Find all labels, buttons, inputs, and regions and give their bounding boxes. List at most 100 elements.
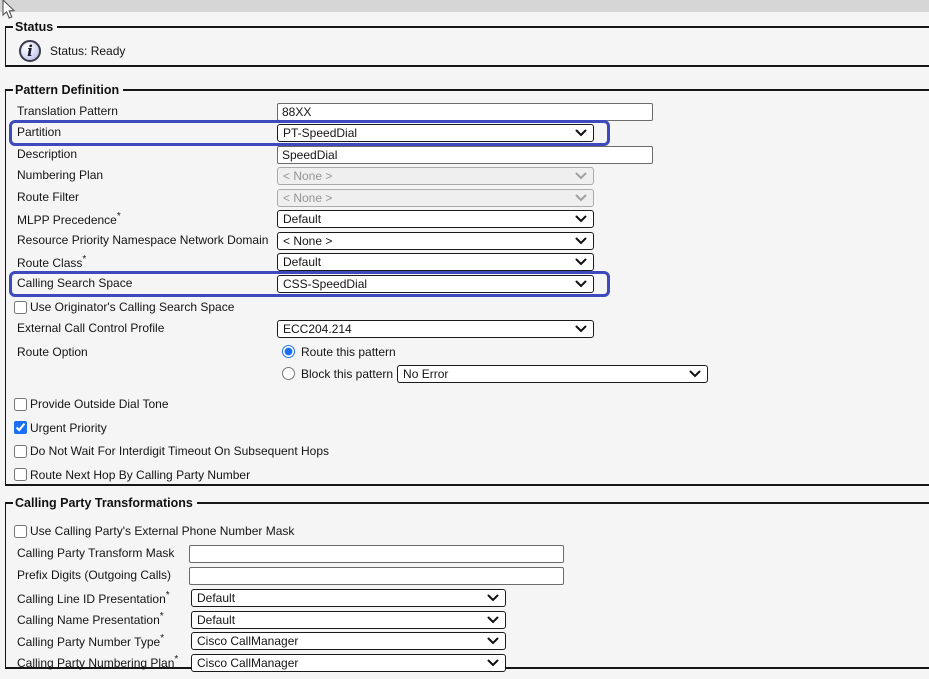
mlpp-precedence-select[interactable]: Default: [277, 210, 594, 228]
partition-select[interactable]: PT-SpeedDial: [277, 124, 594, 142]
block-this-pattern-label: Block this pattern: [301, 367, 393, 381]
party-numbering-plan-select-value: Cisco CallManager: [197, 656, 298, 670]
urgent-priority-checkbox[interactable]: [14, 421, 27, 434]
provide-outside-dial-tone-checkbox[interactable]: [14, 398, 27, 411]
route-class-select[interactable]: Default: [277, 253, 594, 271]
name-presentation-select[interactable]: Default: [191, 611, 506, 629]
status-section: Status i Status: Ready: [5, 20, 929, 67]
prefix-digits-input[interactable]: [189, 567, 564, 585]
use-originators-css-row: Use Originator's Calling Search Space: [12, 296, 929, 318]
party-number-type-row: Calling Party Number Type* Cisco CallMan…: [12, 631, 929, 652]
translation-pattern-config-page: Status i Status: Ready Pattern Definitio…: [0, 0, 929, 679]
chevron-down-icon: [487, 594, 499, 602]
chevron-down-icon: [487, 659, 499, 667]
resource-priority-label: Resource Priority Namespace Network Doma…: [12, 234, 277, 247]
info-icon: i: [19, 40, 41, 62]
mlpp-precedence-select-value: Default: [283, 212, 321, 226]
transform-mask-input[interactable]: [189, 545, 564, 563]
chevron-down-icon: [689, 370, 701, 378]
party-numbering-plan-label: Calling Party Numbering Plan*: [12, 654, 189, 670]
route-next-hop-checkbox[interactable]: [14, 468, 27, 481]
route-next-hop-label: Route Next Hop By Calling Party Number: [30, 468, 250, 482]
name-presentation-label: Calling Name Presentation*: [12, 611, 189, 627]
chevron-down-icon: [575, 129, 587, 137]
do-not-wait-row: Do Not Wait For Interdigit Timeout On Su…: [12, 440, 929, 463]
partition-row: Partition PT-SpeedDial: [12, 123, 929, 144]
calling-search-space-row: Calling Search Space CSS-SpeedDial: [12, 273, 929, 294]
partition-select-value: PT-SpeedDial: [283, 126, 357, 140]
route-filter-select: < None >: [277, 189, 594, 207]
name-presentation-select-value: Default: [197, 613, 235, 627]
do-not-wait-label: Do Not Wait For Interdigit Timeout On Su…: [30, 444, 329, 458]
chevron-down-icon: [575, 194, 587, 202]
transform-mask-row: Calling Party Transform Mask: [12, 543, 929, 565]
chevron-down-icon: [487, 616, 499, 624]
external-call-control-profile-select-value: ECC204.214: [283, 322, 352, 336]
external-call-control-profile-label: External Call Control Profile: [12, 322, 277, 335]
use-external-mask-checkbox[interactable]: [14, 525, 27, 538]
route-filter-label: Route Filter: [12, 191, 277, 204]
resource-priority-select-value: < None >: [283, 234, 332, 248]
name-presentation-row: Calling Name Presentation* Default: [12, 609, 929, 630]
description-input[interactable]: [277, 146, 653, 164]
chevron-down-icon: [487, 637, 499, 645]
party-number-type-label: Calling Party Number Type*: [12, 633, 189, 649]
provide-outside-dial-tone-row: Provide Outside Dial Tone: [12, 393, 929, 416]
line-id-presentation-select[interactable]: Default: [191, 589, 506, 607]
chevron-down-icon: [575, 280, 587, 288]
calling-party-transformations-legend: Calling Party Transformations: [13, 496, 197, 510]
prefix-digits-label: Prefix Digits (Outgoing Calls): [12, 569, 189, 582]
use-originators-css-checkbox[interactable]: [14, 301, 27, 314]
resource-priority-row: Resource Priority Namespace Network Doma…: [12, 230, 929, 251]
route-this-pattern-label: Route this pattern: [301, 345, 396, 359]
chevron-down-icon: [575, 325, 587, 333]
route-class-label: Route Class*: [12, 254, 277, 270]
line-id-presentation-label: Calling Line ID Presentation*: [12, 590, 189, 606]
use-originators-css-label: Use Originator's Calling Search Space: [30, 300, 234, 314]
route-option-label: Route Option: [12, 341, 277, 385]
mouse-cursor-icon: [2, 0, 16, 20]
use-external-mask-label: Use Calling Party's External Phone Numbe…: [30, 524, 294, 538]
block-this-pattern-radio[interactable]: [282, 367, 295, 380]
mlpp-precedence-row: MLPP Precedence* Default: [12, 209, 929, 230]
party-number-type-select[interactable]: Cisco CallManager: [191, 632, 506, 650]
line-id-presentation-row: Calling Line ID Presentation* Default: [12, 588, 929, 609]
calling-search-space-select[interactable]: CSS-SpeedDial: [277, 275, 594, 293]
party-numbering-plan-select[interactable]: Cisco CallManager: [191, 654, 506, 672]
chevron-down-icon: [575, 215, 587, 223]
do-not-wait-checkbox[interactable]: [14, 445, 27, 458]
numbering-plan-select: < None >: [277, 167, 594, 185]
calling-party-transformations-section: Calling Party Transformations Use Callin…: [5, 496, 929, 669]
provide-outside-dial-tone-label: Provide Outside Dial Tone: [30, 397, 169, 411]
translation-pattern-row: Translation Pattern: [12, 101, 929, 122]
pattern-definition-legend: Pattern Definition: [13, 83, 123, 97]
translation-pattern-label: Translation Pattern: [12, 105, 277, 118]
numbering-plan-row: Numbering Plan < None >: [12, 166, 929, 187]
block-error-select-value: No Error: [403, 367, 448, 381]
description-label: Description: [12, 148, 277, 161]
status-section-legend: Status: [13, 20, 57, 34]
status-row: i Status: Ready: [12, 38, 929, 62]
translation-pattern-input[interactable]: [277, 103, 653, 121]
calling-search-space-label: Calling Search Space: [12, 277, 277, 290]
route-this-pattern-radio[interactable]: [282, 345, 295, 358]
partition-label: Partition: [12, 126, 277, 139]
resource-priority-select[interactable]: < None >: [277, 232, 594, 250]
party-numbering-plan-row: Calling Party Numbering Plan* Cisco Call…: [12, 652, 929, 673]
urgent-priority-label: Urgent Priority: [30, 421, 107, 435]
block-error-select[interactable]: No Error: [397, 365, 708, 383]
block-this-pattern-row: Block this pattern No Error: [277, 363, 929, 385]
party-number-type-select-value: Cisco CallManager: [197, 634, 298, 648]
route-filter-row: Route Filter < None >: [12, 187, 929, 208]
line-id-presentation-select-value: Default: [197, 591, 235, 605]
route-next-hop-row: Route Next Hop By Calling Party Number: [12, 463, 929, 486]
route-class-row: Route Class* Default: [12, 252, 929, 273]
urgent-priority-row: Urgent Priority: [12, 416, 929, 439]
external-call-control-profile-select[interactable]: ECC204.214: [277, 320, 594, 338]
mlpp-precedence-label: MLPP Precedence*: [12, 211, 277, 227]
use-external-mask-row: Use Calling Party's External Phone Numbe…: [12, 520, 929, 542]
status-text: Status: Ready: [50, 44, 125, 58]
prefix-digits-row: Prefix Digits (Outgoing Calls): [12, 565, 929, 587]
numbering-plan-select-value: < None >: [283, 169, 332, 183]
route-class-select-value: Default: [283, 255, 321, 269]
